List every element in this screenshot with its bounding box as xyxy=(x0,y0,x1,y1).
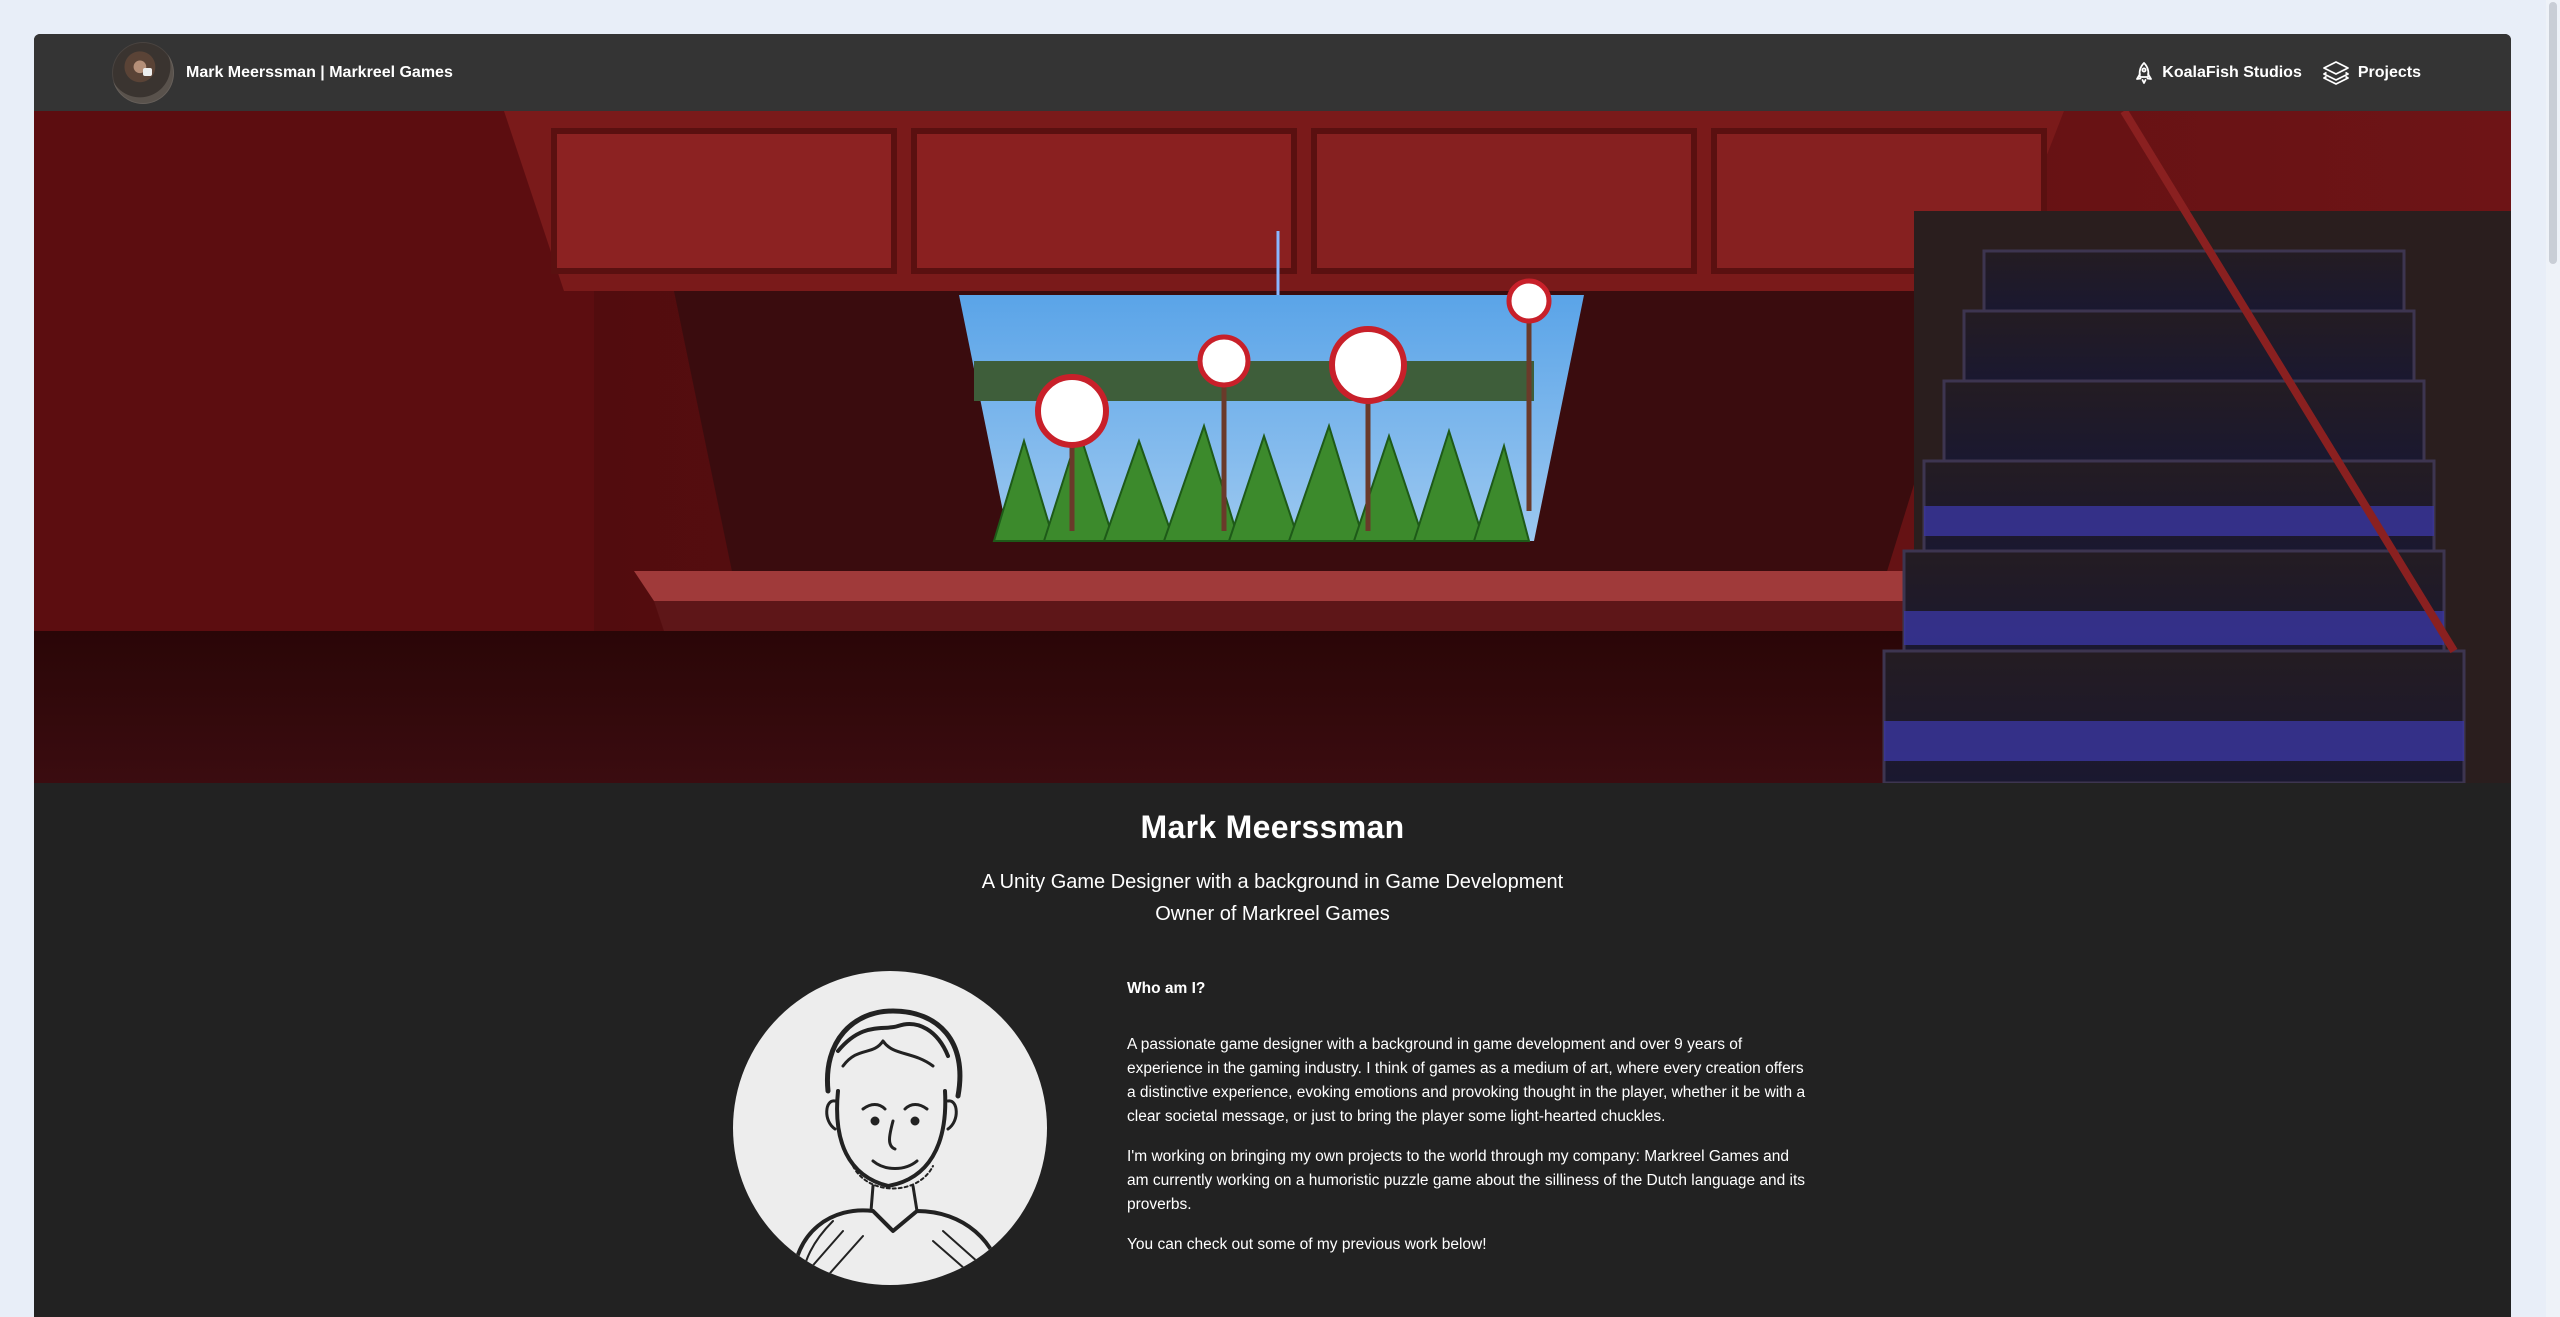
page-title: Mark Meerssman xyxy=(1140,809,1405,845)
hero-banner-image xyxy=(34,111,2511,783)
nav-link-koalafish-studios[interactable]: KoalaFish Studios xyxy=(2134,61,2302,85)
tagline: A Unity Game Designer with a background … xyxy=(34,866,2511,930)
about-heading: Who am I? xyxy=(1127,980,1206,997)
portrait-illustration xyxy=(733,971,1047,1285)
bio-paragraph-3: You can check out some of my previous wo… xyxy=(1127,1236,1487,1253)
bio-paragraph-2: I'm working on bringing my own projects … xyxy=(1127,1148,1806,1213)
brand-label: Mark Meerssman | Markreel Games xyxy=(186,63,453,81)
avatar xyxy=(112,41,174,104)
nav-link-projects[interactable]: Projects xyxy=(2322,60,2421,86)
scrollbar-thumb[interactable] xyxy=(2549,2,2557,264)
tagline-line-1: A Unity Game Designer with a background … xyxy=(981,871,1564,893)
intro-section: Mark Meerssman A Unity Game Designer wit… xyxy=(34,783,2511,930)
nav-links: KoalaFish Studios Projects xyxy=(2134,60,2421,86)
page-scrollbar[interactable] xyxy=(2546,0,2560,1317)
navbar: Mark Meerssman | Markreel Games KoalaFis… xyxy=(34,34,2511,111)
nav-link-label: Projects xyxy=(2357,63,2421,81)
nav-link-label: KoalaFish Studios xyxy=(2162,63,2302,81)
layers-icon xyxy=(2322,60,2350,86)
bio: Who am I? A passionate game designer wit… xyxy=(1127,971,1807,1273)
bio-paragraph-1: A passionate game designer with a backgr… xyxy=(1127,1036,1806,1125)
page-window: Mark Meerssman | Markreel Games KoalaFis… xyxy=(34,34,2511,1317)
rocket-icon xyxy=(2134,61,2154,85)
brand-link[interactable]: Mark Meerssman | Markreel Games xyxy=(112,41,453,104)
tagline-line-2: Owner of Markreel Games xyxy=(1155,903,1390,925)
